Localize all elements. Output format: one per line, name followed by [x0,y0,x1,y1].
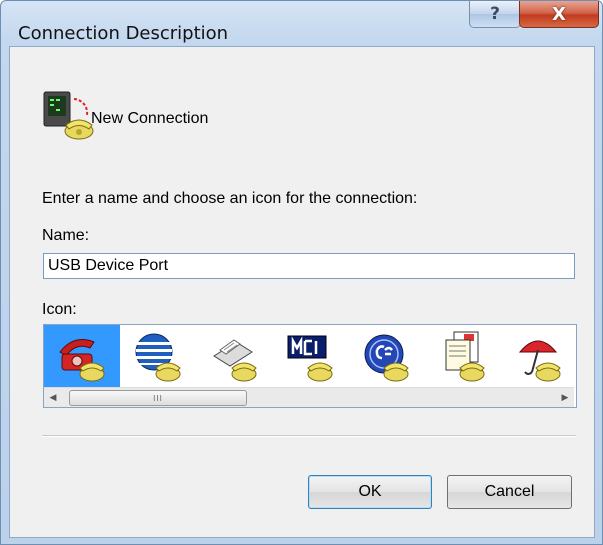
help-button[interactable]: ? [469,1,521,28]
scrollbar-thumb[interactable]: III [69,390,247,406]
icon-option-red-telephone[interactable] [44,325,120,387]
icon-option-ge[interactable] [348,325,424,387]
red-telephone-icon [59,339,105,382]
window-title: Connection Description [18,23,229,44]
mci-phone-icon [287,335,333,382]
close-button[interactable]: X [519,1,599,28]
help-icon: ? [490,4,500,24]
title-bar[interactable]: Connection Description ? X [1,1,602,44]
icon-option-fax[interactable] [196,325,272,387]
name-input[interactable] [43,253,575,279]
icon-list-scrollbar[interactable]: ◀ III ▶ [44,387,574,407]
icon-list[interactable]: ◀ III ▶ [43,324,577,408]
ok-button[interactable]: OK [308,475,432,509]
fax-phone-icon [213,339,257,382]
divider [42,435,576,437]
scroll-right-arrow-icon[interactable]: ▶ [556,388,574,407]
icon-option-umbrella[interactable] [500,325,576,387]
phone-computer-icon [43,91,94,140]
cancel-button[interactable]: Cancel [447,475,572,509]
connection-name: New Connection [91,110,209,127]
icon-option-mci[interactable] [272,325,348,387]
dialog-body: New Connection Enter a name and choose a… [9,46,595,538]
instruction-text: Enter a name and choose an icon for the … [42,190,418,207]
name-label: Name: [42,227,90,244]
umbrella-phone-icon [518,340,561,382]
documents-phone-icon [445,331,485,382]
icon-strip [44,325,576,387]
ge-phone-icon [364,334,409,382]
icon-option-globe[interactable] [120,325,196,387]
scrollbar-grip: III [153,393,163,403]
icon-option-documents[interactable] [424,325,500,387]
icon-label: Icon: [42,301,77,318]
globe-phone-icon [135,333,181,382]
dialog-window: Connection Description ? X New Connectio… [0,0,603,545]
scroll-left-arrow-icon[interactable]: ◀ [44,388,62,407]
close-icon: X [552,3,566,25]
